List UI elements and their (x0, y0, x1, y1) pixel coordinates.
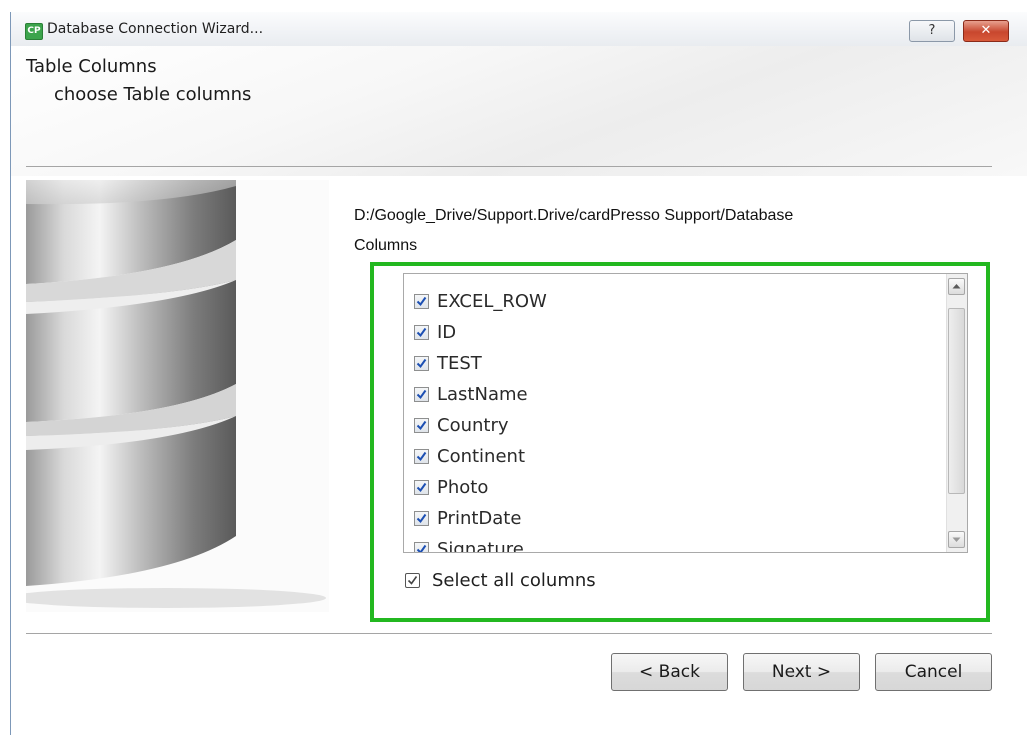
scroll-down-button[interactable] (948, 531, 965, 548)
column-checkbox[interactable] (414, 448, 429, 464)
column-name: Country (437, 414, 509, 436)
footer-divider (26, 633, 992, 634)
chevron-up-icon (952, 284, 961, 289)
chevron-down-icon (952, 537, 961, 542)
scroll-up-button[interactable] (948, 278, 965, 295)
database-cylinder-image (26, 180, 329, 612)
column-checkbox[interactable] (414, 293, 429, 309)
step-title: Table Columns (26, 56, 157, 77)
list-item[interactable]: TEST (414, 348, 482, 378)
title-bar: CP Database Connection Wizard... ? ✕ (11, 12, 1027, 46)
columns-label: Columns (354, 237, 418, 254)
close-button[interactable]: ✕ (963, 20, 1009, 42)
page-strip (0, 0, 1027, 12)
column-checkbox[interactable] (414, 386, 429, 402)
app-logo-icon: CP (25, 23, 43, 40)
column-name: ID (437, 321, 457, 343)
column-checkbox[interactable] (414, 541, 429, 552)
list-item[interactable]: Country (414, 410, 509, 440)
select-all-columns[interactable]: Select all columns (405, 567, 596, 593)
column-name: Continent (437, 445, 525, 467)
column-checkbox[interactable] (414, 355, 429, 371)
window-title: Database Connection Wizard... (47, 21, 264, 37)
column-name: EXCEL_ROW (437, 290, 547, 312)
scroll-thumb[interactable] (948, 308, 965, 494)
list-item[interactable]: ID (414, 317, 456, 347)
list-item[interactable]: Continent (414, 441, 525, 471)
list-scrollbar[interactable] (946, 274, 967, 552)
database-cylinder-icon (26, 180, 329, 612)
back-button[interactable]: < Back (611, 653, 728, 691)
next-button[interactable]: Next > (743, 653, 860, 691)
column-checkbox[interactable] (414, 417, 429, 433)
column-checkbox[interactable] (414, 510, 429, 526)
column-name: PrintDate (437, 507, 522, 529)
column-name: Signature (437, 538, 524, 553)
column-checkbox[interactable] (414, 479, 429, 495)
help-button[interactable]: ? (909, 20, 955, 42)
select-all-checkbox[interactable] (405, 572, 420, 588)
header-banner (11, 46, 1027, 176)
list-item[interactable]: PrintDate (414, 503, 521, 533)
column-name: Photo (437, 476, 489, 498)
column-name: LastName (437, 383, 528, 405)
header-divider (26, 166, 992, 167)
select-all-label: Select all columns (432, 569, 596, 591)
column-checkbox[interactable] (414, 324, 429, 340)
list-item[interactable]: Photo (414, 472, 488, 502)
cancel-button[interactable]: Cancel (875, 653, 992, 691)
column-name: TEST (437, 352, 482, 374)
database-path: D:/Google_Drive/Support.Drive/cardPresso… (354, 207, 794, 224)
list-item[interactable]: Signature (414, 534, 524, 553)
step-subtitle: choose Table columns (54, 84, 252, 105)
columns-list[interactable]: EXCEL_ROW ID TEST LastName Country Conti… (403, 273, 968, 553)
list-item[interactable]: LastName (414, 379, 528, 409)
list-item[interactable]: EXCEL_ROW (414, 286, 547, 316)
